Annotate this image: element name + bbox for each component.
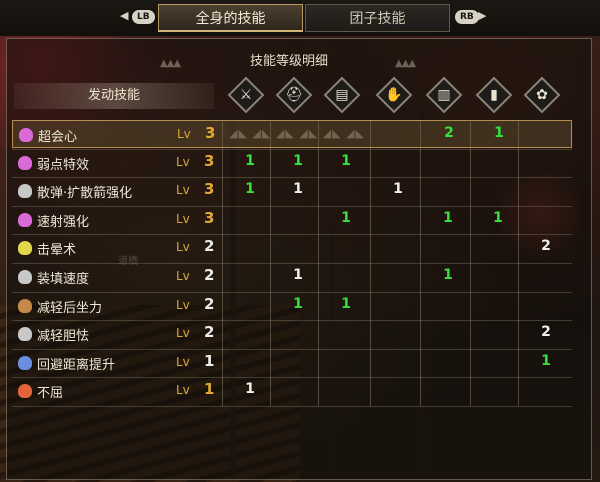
skill-gem-icon [18,298,32,313]
skill-points-cell: 1 [293,181,303,198]
waist-icon: ▥ [425,76,463,114]
skill-points-cell: 2 [541,238,551,255]
skill-name: 回避距离提升 [37,357,116,373]
level-label: Lv [176,354,190,369]
level-label: Lv [176,383,190,398]
skill-gem-icon [18,155,32,170]
skill-points-cell: 2 [541,324,551,341]
skill-level: 2 [204,237,215,256]
waist-icon-glyph: ▥ [437,87,451,103]
skill-points-cell: 1 [541,352,551,369]
level-label: Lv [177,127,191,141]
panel-title: 技能等级明细 [250,54,329,69]
skill-points-cell: 1 [245,152,255,169]
decoration-mark-left: ▲▲▲ [160,58,181,69]
level-label: Lv [176,183,190,198]
skill-gem-icon [18,384,32,399]
tab-full-body-skills[interactable]: 全身的技能 [158,4,303,32]
tab-dango-skills[interactable]: 团子技能 [305,4,450,32]
skill-row[interactable]: 回避距离提升 Lv 1 1 [12,349,572,377]
skill-gem-icon [18,355,32,370]
skill-gem-icon [18,241,32,256]
skill-name: 弱点特效 [37,157,90,173]
lb-button[interactable]: LB [132,10,155,24]
skill-points-cell: 1 [393,181,403,198]
skill-row[interactable]: 速射强化 Lv 3 1 1 1 [12,206,572,234]
chest-icon: ▤ [323,76,361,114]
skill-row[interactable]: 击晕术 Lv 2 2 [12,234,572,262]
skill-points-cell: 1 [493,209,503,226]
level-label: Lv [176,297,190,312]
skill-points-cell: 1 [341,295,351,312]
chest-icon-glyph: ▤ [335,87,349,103]
skill-gem-icon [18,327,32,342]
skill-level: 1 [204,351,215,370]
skill-level: 2 [204,294,215,313]
skill-name: 超会心 [38,130,78,145]
level-label: Lv [176,326,190,341]
skill-row[interactable]: 装填速度 Lv 2 1 1 [12,263,572,291]
skill-row[interactable]: 减轻胆怯 Lv 2 2 [12,320,572,348]
skill-name: 散弹·扩散箭强化 [37,186,133,202]
skill-points-cell: 2 [444,125,454,141]
skill-points-cell: 1 [341,209,351,226]
arms-icon: ✋ [375,76,413,114]
skill-level: 2 [204,266,215,284]
skill-row[interactable]: 散弹·扩散箭强化 Lv 3 1 1 1 [12,177,572,205]
skill-level: 1 [204,380,215,399]
skill-gem-icon [18,184,32,199]
charm-icon: ✿ [523,76,561,114]
skill-points-cell: 1 [245,181,255,198]
level-label: Lv [176,240,190,255]
skill-level: 2 [204,323,215,342]
weapon-icon-glyph: ⚔ [239,87,253,103]
skill-name: 装填速度 [37,272,90,287]
skill-points-cell: 1 [293,295,303,312]
skill-points-cell: 1 [494,125,504,141]
charm-icon-glyph: ✿ [536,87,548,103]
skill-name: 减轻后坐力 [37,300,103,316]
decoration-mark-right: ▲▲▲ [395,58,416,69]
skill-level: 3 [205,124,216,142]
skill-level: 3 [204,151,215,170]
tab-bar: ◀ LB 全身的技能 团子技能 RB ▶ [0,0,600,36]
active-skills-header: 发动技能 [14,83,214,109]
skill-points-cell: 1 [293,267,303,283]
legs-icon-glyph: ▮ [490,87,498,103]
chevron-left-icon[interactable]: ◀ [120,9,128,22]
skill-name: 击晕术 [37,243,77,259]
skill-row[interactable]: 弱点特效 Lv 3 1 1 1 [12,149,572,177]
skill-points-cell: 1 [443,267,453,283]
skill-points-cell: 1 [293,152,303,169]
rb-button[interactable]: RB [455,10,479,24]
row-divider [12,406,572,407]
helm-icon: ⛑ [275,76,313,114]
skill-gem-icon [18,270,32,284]
weapon-icon: ⚔ [227,76,265,114]
chevron-right-icon[interactable]: ▶ [478,9,486,22]
skill-name: 减轻胆怯 [37,329,90,345]
selected-row-pattern: ◢◣ ◢◣ ◢◣ ◢◣ ◢◣ ◢◣ [229,127,365,140]
skill-row[interactable]: 减轻后坐力 Lv 2 1 1 [12,292,572,320]
skill-gem-icon [19,128,33,142]
skill-row[interactable]: 不屈 Lv 1 1 [12,377,572,405]
skill-points-cell: 1 [443,209,453,226]
helm-icon-glyph: ⛑ [285,87,303,103]
skill-points-cell: 1 [341,152,351,169]
skill-level: 3 [204,208,215,227]
skill-gem-icon [18,212,32,227]
skill-level: 3 [204,180,215,199]
level-label: Lv [176,154,190,169]
skill-row[interactable]: 超会心 Lv 3 ◢◣ ◢◣ ◢◣ ◢◣ ◢◣ ◢◣ 2 1 [12,120,572,148]
level-label: Lv [176,269,190,283]
legs-icon: ▮ [475,76,513,114]
skill-name: 速射强化 [37,214,90,230]
level-label: Lv [176,211,190,226]
skill-name: 不屈 [37,386,64,402]
skill-points-cell: 1 [245,381,255,398]
arms-icon-glyph: ✋ [385,87,403,103]
